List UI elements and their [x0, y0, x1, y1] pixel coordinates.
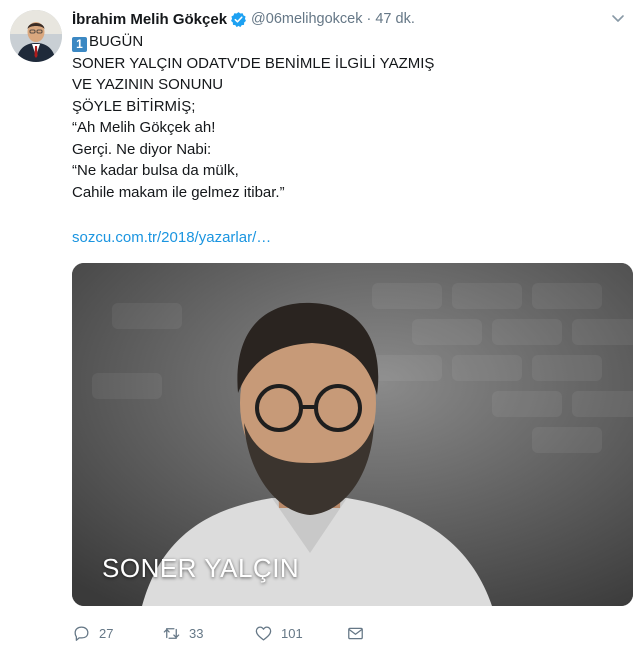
media-image[interactable]: SONER YALÇIN: [72, 263, 633, 606]
heart-icon: [255, 626, 272, 640]
reply-count: 27: [99, 625, 114, 641]
tweet-text: 1 BUGÜN SONER YALÇIN ODATV'DE BENİMLE İLG…: [72, 31, 622, 248]
timestamp[interactable]: 47 dk.: [375, 11, 415, 27]
direct-message-button[interactable]: [346, 624, 386, 643]
reply-button[interactable]: 27: [72, 624, 162, 643]
text-line-7: “Ne kadar bulsa da mülk,: [72, 162, 239, 179]
article-link[interactable]: sozcu.com.tr/2018/yazarlar/…: [72, 227, 622, 249]
envelope-icon: [348, 627, 363, 639]
keycap-one-icon: 1: [72, 37, 87, 53]
separator-dot: ·: [366, 11, 372, 27]
chevron-down-icon[interactable]: [610, 10, 626, 26]
reply-icon: [74, 626, 89, 641]
tweet-header: İbrahim Melih Gökçek @06melihgokcek · 47…: [72, 8, 415, 30]
text-line-5: “Ah Melih Gökçek ah!: [72, 119, 216, 136]
media-caption: SONER YALÇIN: [102, 553, 300, 583]
display-name[interactable]: İbrahim Melih Gökçek: [72, 11, 227, 28]
user-handle[interactable]: @06melihgokcek: [251, 11, 362, 27]
text-line-4: ŞÖYLE BİTİRMİŞ;: [72, 97, 196, 115]
retweet-count: 33: [189, 625, 204, 641]
like-count: 101: [281, 625, 303, 641]
action-bar: 27 33 101: [72, 620, 572, 646]
verified-badge-icon: [230, 11, 247, 28]
text-line-6: Gerçi. Ne diyor Nabi:: [72, 140, 212, 158]
retweet-button[interactable]: 33: [162, 624, 254, 643]
text-line-2: SONER YALÇIN ODATV'DE BENİMLE İLGİLİ YAZ…: [72, 54, 435, 72]
like-button[interactable]: 101: [254, 624, 346, 643]
avatar[interactable]: [10, 10, 62, 62]
text-line-1: 1 BUGÜN: [72, 31, 622, 53]
text-line-3: VE YAZININ SONUNU: [72, 76, 224, 93]
text-line-8: Cahile makam ile gelmez itibar.”: [72, 183, 285, 201]
retweet-icon: [163, 627, 180, 639]
tweet: İbrahim Melih Gökçek @06melihgokcek · 47…: [0, 0, 640, 654]
